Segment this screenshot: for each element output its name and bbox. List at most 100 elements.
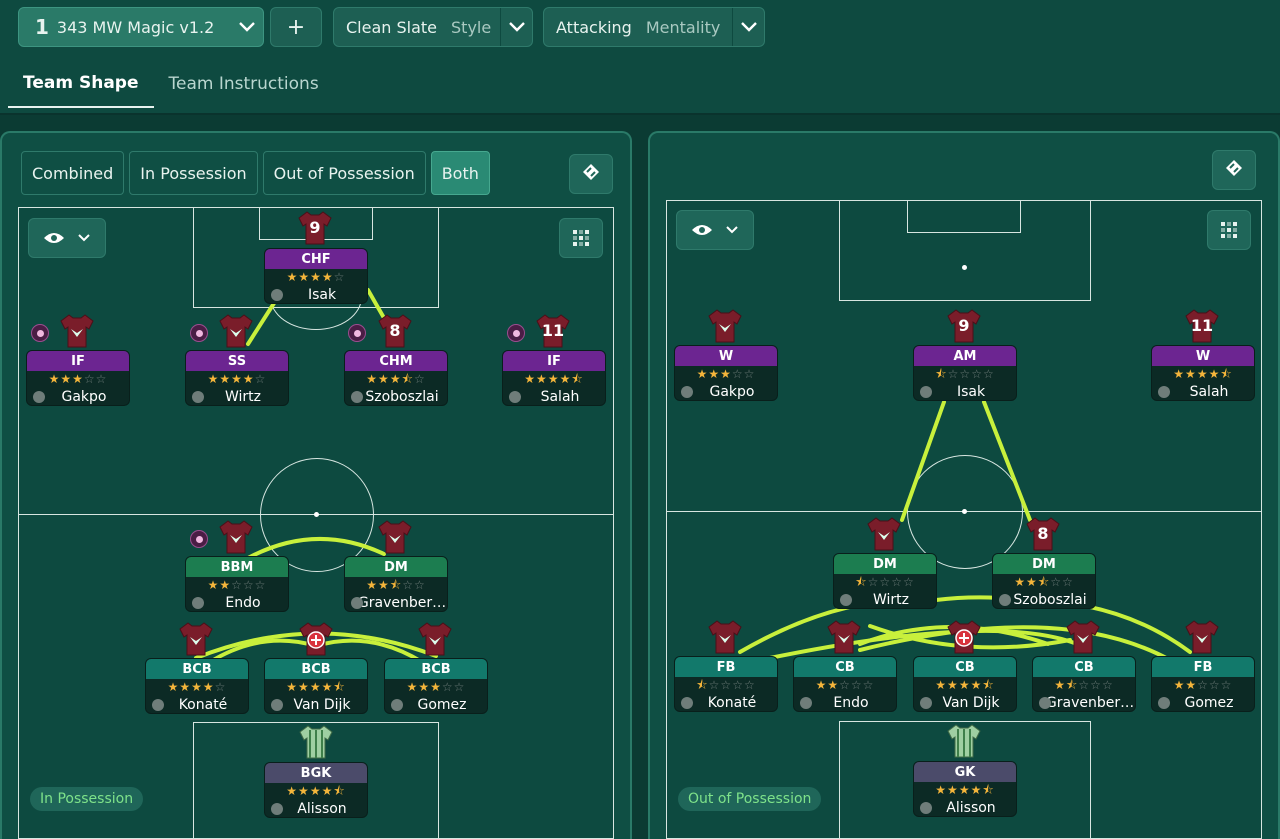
star-rating: ★★★★☆	[167, 680, 227, 694]
player-shirt[interactable]	[864, 514, 904, 554]
player-card[interactable]: IF ★★★☆☆ Gakpo	[26, 350, 130, 406]
goalkeeper-shirt[interactable]	[944, 721, 984, 761]
plus-icon: +	[286, 14, 306, 40]
player-shirt[interactable]: 8	[375, 311, 415, 351]
role-label: IF	[503, 351, 605, 371]
player-card[interactable]: BBM ★★☆☆☆ Endo	[185, 556, 289, 612]
add-tactic-button[interactable]: +	[270, 7, 322, 47]
player-name: Van Dijk	[293, 697, 351, 713]
view-mode-out-of-possession[interactable]: Out of Possession	[262, 151, 426, 195]
star-rating: ★★☆☆☆	[1173, 678, 1233, 692]
goal-area	[907, 201, 1021, 233]
player-name: Alisson	[946, 800, 996, 816]
player-name: Salah	[540, 389, 580, 405]
player-shirt[interactable]: 11	[1182, 306, 1222, 346]
star-rating: ★★★⯪☆	[366, 372, 426, 386]
star-rating: ★★★★⯪	[286, 680, 346, 694]
player-shirt[interactable]	[705, 306, 745, 346]
player-shirt[interactable]	[57, 311, 97, 351]
player-shirt[interactable]: 8	[1023, 514, 1063, 554]
view-mode-both[interactable]: Both	[430, 151, 490, 195]
view-mode-in-possession[interactable]: In Possession	[129, 151, 258, 195]
player-card[interactable]: CB ★★☆☆☆ Endo	[793, 656, 897, 712]
trait-dot-icon[interactable]	[31, 324, 49, 342]
player-shirt[interactable]	[216, 517, 256, 557]
player-card[interactable]: AM ⯪☆☆☆☆ Isak	[913, 345, 1017, 401]
player-name: Gravenber…	[1045, 695, 1135, 711]
tab-team-instructions[interactable]: Team Instructions	[154, 60, 334, 108]
goalkeeper-shirt[interactable]	[296, 722, 336, 762]
shirt-number: 11	[541, 321, 565, 340]
player-shirt[interactable]	[296, 619, 336, 659]
chevron-down-icon	[231, 8, 263, 46]
player-shirt[interactable]	[216, 311, 256, 351]
star-rating: ★★⯪☆☆	[1014, 575, 1074, 589]
role-label: DM	[345, 557, 447, 577]
player-card[interactable]: W ★★★★⯪ Salah	[1151, 345, 1255, 401]
player-card[interactable]: FB ★★☆☆☆ Gomez	[1151, 656, 1255, 712]
player-shirt[interactable]	[375, 517, 415, 557]
view-mode-combined[interactable]: Combined	[21, 151, 125, 195]
star-rating: ⯪☆☆☆☆	[935, 367, 995, 381]
visibility-menu[interactable]	[676, 210, 754, 250]
grid-view-button[interactable]	[559, 218, 603, 258]
player-shirt[interactable]	[1063, 617, 1103, 657]
player-card[interactable]: DM ★★⯪☆☆ Szoboszlai	[992, 553, 1096, 609]
tactic-number: 1	[35, 15, 49, 39]
player-shirt[interactable]	[176, 619, 216, 659]
role-label: CB	[794, 657, 896, 677]
tab-team-shape[interactable]: Team Shape	[8, 60, 154, 108]
trait-dot-icon[interactable]	[190, 530, 208, 548]
trait-dot-icon[interactable]	[348, 324, 366, 342]
player-card[interactable]: BCB ★★★★⯪ Van Dijk	[264, 658, 368, 714]
star-rating: ★★★★⯪	[1173, 367, 1233, 381]
person-icon	[681, 386, 693, 398]
star-rating: ★★★★⯪	[935, 783, 995, 797]
player-shirt[interactable]: 9	[295, 208, 335, 248]
player-card[interactable]: FB ⯪☆☆☆☆ Konaté	[674, 656, 778, 712]
player-card[interactable]: W ★★★☆☆ Gakpo	[674, 345, 778, 401]
person-icon	[192, 391, 204, 403]
player-shirt[interactable]	[705, 617, 745, 657]
player-card[interactable]: IF ★★★★⯪ Salah	[502, 350, 606, 406]
visibility-menu[interactable]	[28, 218, 106, 258]
star-rating: ★⯪☆☆☆	[1054, 678, 1114, 692]
role-label: BGK	[265, 763, 367, 783]
player-shirt[interactable]	[415, 619, 455, 659]
player-card[interactable]: DM ⯪☆☆☆☆ Wirtz	[833, 553, 937, 609]
player-card[interactable]: BCB ★★★☆☆ Gomez	[384, 658, 488, 714]
player-name: Gomez	[417, 697, 467, 713]
pitch-toggle-button[interactable]	[569, 154, 613, 194]
player-card[interactable]: BCB ★★★★☆ Konaté	[145, 658, 249, 714]
pitch-toggle-button[interactable]	[1212, 150, 1256, 190]
player-card[interactable]: CB ★⯪☆☆☆ Gravenber…	[1032, 656, 1136, 712]
player-shirt[interactable]	[1182, 617, 1222, 657]
chevron-down-icon	[500, 8, 532, 46]
player-name: Gomez	[1184, 695, 1234, 711]
mentality-selector[interactable]: Attacking Mentality	[543, 7, 765, 47]
player-card[interactable]: BGK ★★★★⯪ Alisson	[264, 762, 368, 818]
player-shirt[interactable]	[944, 617, 984, 657]
player-card[interactable]: CHM ★★★⯪☆ Szoboszlai	[344, 350, 448, 406]
player-shirt[interactable]	[824, 617, 864, 657]
grid-view-button[interactable]	[1207, 210, 1251, 250]
player-card[interactable]: CHF ★★★★☆ Isak	[264, 248, 368, 304]
trait-dot-icon[interactable]	[190, 324, 208, 342]
chevron-down-icon	[732, 8, 764, 46]
player-name: Szoboszlai	[1013, 592, 1087, 608]
player-card[interactable]: CB ★★★★⯪ Van Dijk	[913, 656, 1017, 712]
trait-dot-icon[interactable]	[507, 324, 525, 342]
style-selector[interactable]: Clean Slate Style	[333, 7, 533, 47]
tactic-selector[interactable]: 1 343 MW Magic v1.2	[18, 7, 264, 47]
player-card[interactable]: DM ★★⯪☆☆ Gravenber…	[344, 556, 448, 612]
centre-spot	[962, 509, 967, 514]
player-card[interactable]: GK ★★★★⯪ Alisson	[913, 761, 1017, 817]
grid-icon	[573, 230, 589, 246]
player-name: Endo	[833, 695, 869, 711]
person-icon	[152, 699, 164, 711]
role-label: GK	[914, 762, 1016, 782]
role-label: IF	[27, 351, 129, 371]
player-shirt[interactable]: 9	[944, 306, 984, 346]
player-shirt[interactable]: 11	[533, 311, 573, 351]
player-card[interactable]: SS ★★★★☆ Wirtz	[185, 350, 289, 406]
